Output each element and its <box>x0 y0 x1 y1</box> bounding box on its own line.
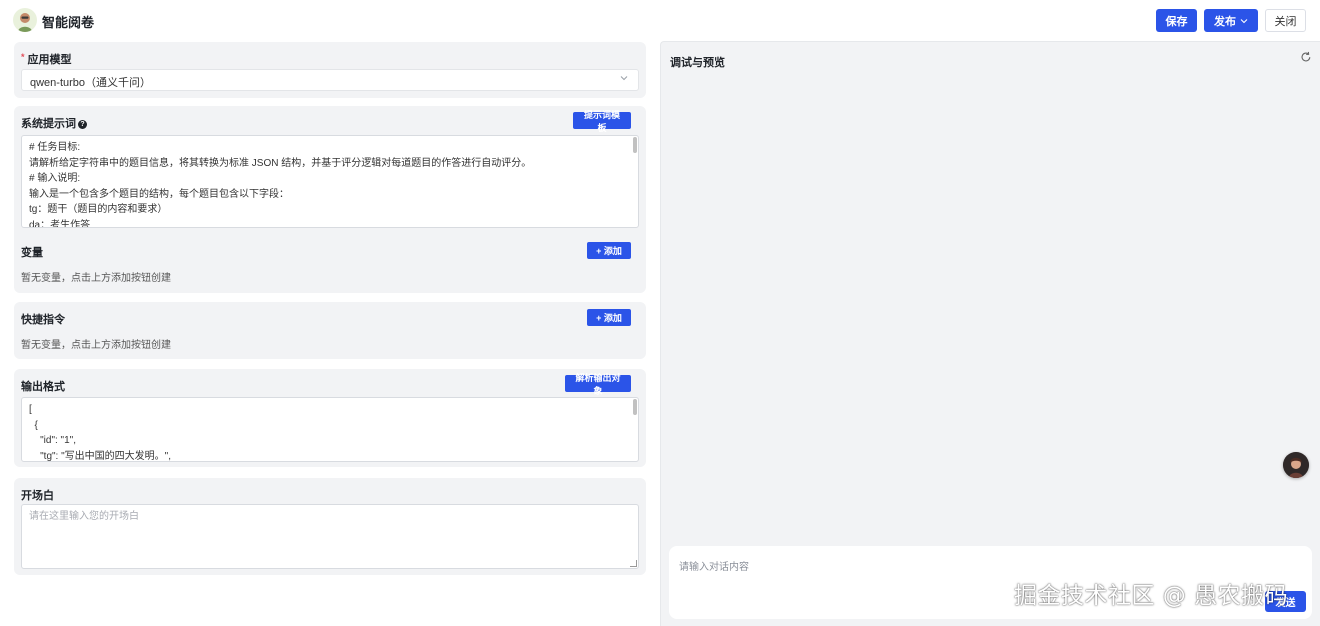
add-shortcut-button[interactable]: + 添加 <box>587 309 631 326</box>
chat-input-placeholder: 请输入对话内容 <box>679 562 749 573</box>
json-line: "id": "1", <box>29 435 76 446</box>
opening-title: 开场白 <box>21 490 54 502</box>
prompt-line: da：考生作答 <box>29 219 91 228</box>
json-line: "tg": "写出中国的四大发明。", <box>29 450 171 462</box>
model-select-value: qwen-turbo（通义千问） <box>30 77 152 89</box>
system-prompt-title-text: 系统提示词 <box>21 118 76 130</box>
close-button[interactable]: 关闭 <box>1265 9 1306 32</box>
app-avatar <box>13 8 37 32</box>
refresh-icon[interactable] <box>1300 51 1312 63</box>
model-section-title: * 应用模型 <box>21 51 72 67</box>
parse-output-button[interactable]: 解析输出对象 <box>565 373 631 396</box>
save-button[interactable]: 保存 <box>1156 9 1197 32</box>
prompt-line: # 输入说明: <box>29 173 81 184</box>
variables-empty-text: 暂无变量，点击上方添加按钮创建 <box>21 273 171 284</box>
variables-title: 变量 <box>21 247 43 259</box>
scrollbar-thumb[interactable] <box>633 137 637 153</box>
shortcuts-title: 快捷指令 <box>21 314 65 326</box>
publish-label: 发布 <box>1214 15 1236 28</box>
system-prompt-card: 系统提示词? 提示词模板 # 任务目标: 请解析给定字符串中的题目信息，将其转换… <box>14 106 646 293</box>
chevron-down-icon <box>1240 18 1248 23</box>
agent-avatar[interactable] <box>1283 452 1309 478</box>
opening-card: 开场白 请在这里输入您的开场白 <box>14 478 646 575</box>
top-header: 智能阅卷 保存 发布 关闭 <box>0 0 1320 40</box>
opening-textarea[interactable]: 请在这里输入您的开场白 <box>21 504 639 569</box>
add-variable-button[interactable]: + 添加 <box>587 242 631 259</box>
json-line: { <box>29 419 38 431</box>
system-prompt-textarea[interactable]: # 任务目标: 请解析给定字符串中的题目信息，将其转换为标准 JSON 结构，并… <box>21 135 639 228</box>
watermark-text: 掘金技术社区 @ 愚农搬码 <box>1014 583 1289 609</box>
opening-placeholder: 请在这里输入您的开场白 <box>29 511 139 522</box>
app-title: 智能阅卷 <box>42 15 95 30</box>
model-select[interactable]: qwen-turbo（通义千问） <box>21 69 639 91</box>
publish-button[interactable]: 发布 <box>1204 9 1258 32</box>
model-card: * 应用模型 qwen-turbo（通义千问） <box>14 42 646 98</box>
system-prompt-title: 系统提示词? <box>21 115 87 131</box>
prompt-line: 请解析给定字符串中的题目信息，将其转换为标准 JSON 结构，并基于评分逻辑对每… <box>29 157 532 169</box>
resize-handle[interactable] <box>630 560 637 567</box>
shortcuts-empty-text: 暂无变量，点击上方添加按钮创建 <box>21 340 171 351</box>
help-icon[interactable]: ? <box>78 120 87 129</box>
preview-title: 调试与预览 <box>670 57 725 69</box>
json-line: [ <box>29 404 32 415</box>
output-format-title: 输出格式 <box>21 381 65 393</box>
chevron-down-icon <box>619 73 629 86</box>
prompt-line: # 任务目标: <box>29 142 81 153</box>
preview-panel: 调试与预览 请输入对话内容 发送 <box>660 41 1320 626</box>
shortcuts-card: 快捷指令 + 添加 暂无变量，点击上方添加按钮创建 <box>14 302 646 359</box>
prompt-line: tg：题干（题目的内容和要求） <box>29 204 168 215</box>
scrollbar-thumb[interactable] <box>633 399 637 415</box>
output-format-textarea[interactable]: [ { "id": "1", "tg": "写出中国的四大发明。", <box>21 397 639 462</box>
prompt-line: 输入是一个包含多个题目的结构，每个题目包含以下字段： <box>29 188 289 200</box>
output-format-card: 输出格式 解析输出对象 [ { "id": "1", "tg": "写出中国的四… <box>14 369 646 467</box>
prompt-template-button[interactable]: 提示词模板 <box>573 110 631 133</box>
model-title-text: 应用模型 <box>27 54 72 66</box>
required-marker: * <box>21 52 25 62</box>
